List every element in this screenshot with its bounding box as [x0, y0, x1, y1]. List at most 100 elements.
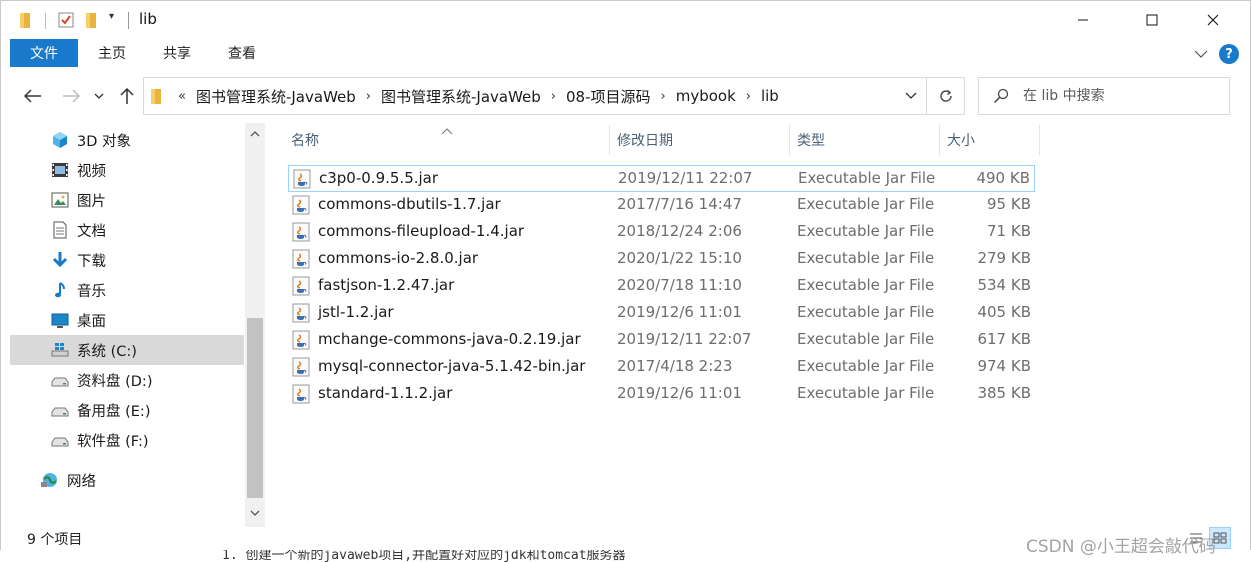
minimize-button[interactable] — [1060, 1, 1106, 39]
file-size: 71 KB — [987, 222, 1031, 240]
jar-file-icon — [291, 249, 311, 269]
sidebar-item-drive-e[interactable]: 备用盘 (E:) — [10, 395, 244, 425]
sidebar-item-label: 音乐 — [77, 283, 106, 300]
breadcrumb-item-current[interactable]: lib — [755, 87, 785, 105]
search-input[interactable] — [1023, 86, 1223, 106]
file-size: 490 KB — [976, 169, 1030, 187]
file-row[interactable]: commons-fileupload-1.4.jar 2018/12/24 2:0… — [288, 219, 1035, 246]
scroll-up-button[interactable] — [245, 123, 265, 143]
breadcrumb-item[interactable]: 08-项目源码 — [560, 86, 657, 107]
chevron-up-icon — [250, 130, 260, 136]
sidebar-item-downloads[interactable]: 下载 — [10, 245, 244, 275]
sidebar-item-drive-d[interactable]: 资料盘 (D:) — [10, 365, 244, 395]
scroll-down-button[interactable] — [245, 503, 265, 523]
jar-file-icon — [292, 169, 312, 189]
close-button[interactable] — [1190, 1, 1236, 39]
file-row[interactable]: c3p0-0.9.5.5.jar 2019/12/11 22:07 Executab… — [288, 165, 1035, 192]
forward-button[interactable] — [58, 83, 84, 109]
sidebar-item-drive-f[interactable]: 软件盘 (F:) — [10, 425, 244, 455]
sidebar-item-label: 资料盘 (D:) — [77, 373, 153, 390]
tab-home[interactable]: 主页 — [86, 39, 138, 67]
file-type: Executable Jar File — [797, 249, 935, 267]
sidebar-item-label: 文档 — [77, 223, 106, 240]
file-row[interactable]: standard-1.1.2.jar 2019/12/6 11:01 Executa… — [288, 381, 1035, 408]
refresh-button[interactable] — [927, 78, 965, 114]
column-header-type[interactable]: 类型 — [789, 123, 939, 157]
file-date: 2020/1/22 15:10 — [617, 249, 742, 267]
breadcrumb-overflow-button[interactable]: « — [174, 89, 190, 104]
background-document-text: 1. 创建一个新的javaweb项目,并配置好对应的jdk和tomcat服务器 — [222, 550, 626, 562]
sidebar-item-network[interactable]: 网络 — [10, 465, 244, 495]
navigation-pane: 3D 对象 视频 图片 文档 下载 音乐 桌面 系统 (C:) 资料盘 (D:)… — [1, 123, 265, 527]
expand-ribbon-icon[interactable] — [1194, 47, 1208, 63]
search-icon — [993, 88, 1009, 108]
breadcrumb-item[interactable]: mybook — [670, 87, 742, 105]
address-bar[interactable]: « 图书管理系统-JavaWeb › 图书管理系统-JavaWeb › 08-项… — [143, 77, 965, 115]
close-icon — [1207, 14, 1219, 26]
window-title: lib — [139, 10, 157, 28]
file-type: Executable Jar File — [797, 195, 935, 213]
sidebar-item-3d-objects[interactable]: 3D 对象 — [10, 125, 244, 155]
breadcrumb-item[interactable]: 图书管理系统-JavaWeb — [190, 86, 362, 107]
sidebar-item-desktop[interactable]: 桌面 — [10, 305, 244, 335]
downloads-icon — [49, 249, 71, 271]
file-row[interactable]: mchange-commons-java-0.2.19.jar 2019/12/1… — [288, 327, 1035, 354]
file-date: 2017/4/18 2:23 — [617, 357, 733, 375]
file-name: commons-io-2.8.0.jar — [318, 249, 479, 267]
sidebar-item-music[interactable]: 音乐 — [10, 275, 244, 305]
chevron-right-icon[interactable]: › — [742, 89, 755, 104]
file-row[interactable]: commons-dbutils-1.7.jar 2017/7/16 14:47 Ex… — [288, 192, 1035, 219]
jar-file-icon — [291, 384, 311, 404]
chevron-right-icon[interactable]: › — [362, 89, 375, 104]
column-header-date[interactable]: 修改日期 — [609, 123, 789, 157]
tab-share[interactable]: 共享 — [151, 39, 203, 67]
recent-locations-button[interactable] — [89, 83, 109, 109]
maximize-icon — [1146, 14, 1158, 26]
file-row[interactable]: jstl-1.2.jar 2019/12/6 11:01 Executable Ja… — [288, 300, 1035, 327]
properties-icon[interactable] — [57, 11, 75, 33]
forward-arrow-icon — [63, 89, 80, 103]
sidebar-item-videos[interactable]: 视频 — [10, 155, 244, 185]
file-date: 2019/12/11 22:07 — [617, 330, 752, 348]
chevron-down-icon — [905, 92, 917, 99]
chevron-right-icon[interactable]: › — [657, 89, 670, 104]
file-size: 617 KB — [977, 330, 1031, 348]
file-size: 405 KB — [977, 303, 1031, 321]
jar-file-icon — [291, 357, 311, 377]
chevron-down-icon — [94, 93, 104, 99]
customize-quick-access-icon[interactable]: ▾ — [109, 11, 114, 22]
file-row[interactable]: mysql-connector-java-5.1.42-bin.jar 2017/… — [288, 354, 1035, 381]
drive-icon — [49, 429, 71, 451]
sidebar-item-system-drive[interactable]: 系统 (C:) — [10, 335, 244, 365]
sidebar-scrollbar[interactable] — [245, 123, 265, 527]
column-header-size[interactable]: 大小 — [939, 123, 1039, 157]
search-box[interactable] — [978, 77, 1230, 115]
chevron-right-icon[interactable]: › — [547, 89, 560, 104]
new-folder-icon[interactable] — [85, 11, 99, 33]
file-date: 2018/12/24 2:06 — [617, 222, 742, 240]
sidebar-item-pictures[interactable]: 图片 — [10, 185, 244, 215]
column-divider[interactable] — [1039, 125, 1040, 155]
sidebar-item-label: 3D 对象 — [77, 133, 131, 150]
back-button[interactable] — [20, 83, 46, 109]
help-icon[interactable]: ? — [1219, 44, 1239, 64]
sidebar-item-documents[interactable]: 文档 — [10, 215, 244, 245]
file-row[interactable]: commons-io-2.8.0.jar 2020/1/22 15:10 Execu… — [288, 246, 1035, 273]
drive-icon — [49, 369, 71, 391]
up-button[interactable] — [114, 83, 140, 109]
jar-file-icon — [291, 303, 311, 323]
file-row[interactable]: fastjson-1.2.47.jar 2020/7/18 11:10 Execut… — [288, 273, 1035, 300]
column-header-name[interactable]: 名称 — [283, 123, 609, 157]
address-history-button[interactable] — [896, 78, 926, 114]
3d-objects-icon — [49, 129, 71, 151]
scrollbar-thumb[interactable] — [247, 318, 263, 498]
file-date: 2019/12/11 22:07 — [618, 169, 753, 187]
tab-view[interactable]: 查看 — [216, 39, 268, 67]
navigation-bar: « 图书管理系统-JavaWeb › 图书管理系统-JavaWeb › 08-项… — [1, 69, 1250, 123]
breadcrumb-item[interactable]: 图书管理系统-JavaWeb — [375, 86, 547, 107]
file-date: 2020/7/18 11:10 — [617, 276, 742, 294]
item-count: 9 个项目 — [27, 532, 83, 548]
file-explorer-window: ▾ lib 文件 主页 共享 查看 ? « 图书管理系统-JavaWeb › 图… — [0, 0, 1251, 562]
maximize-button[interactable] — [1129, 1, 1175, 39]
tab-file[interactable]: 文件 — [10, 39, 78, 67]
